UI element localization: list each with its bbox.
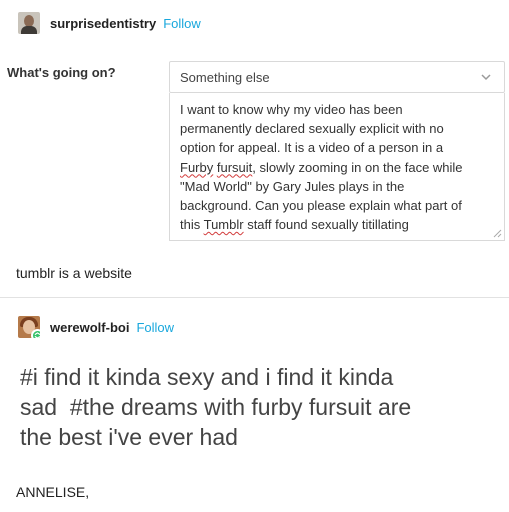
follow-button[interactable]: Follow bbox=[163, 16, 201, 31]
message-line: option for appeal. It is a video of a pe… bbox=[180, 140, 444, 156]
message-line: background. Can you please explain what … bbox=[180, 198, 462, 214]
comment-text: tumblr is a website bbox=[16, 265, 132, 281]
message-text: staff found sexually titillating bbox=[243, 217, 409, 233]
message-text: , slowly zooming in on the face while bbox=[252, 159, 463, 175]
chevron-down-icon bbox=[481, 74, 491, 81]
message-line: Furby fursuit, slowly zooming in on the … bbox=[180, 158, 494, 177]
username[interactable]: werewolf-boi bbox=[50, 320, 129, 335]
reblog-icon bbox=[31, 329, 40, 338]
resize-handle-icon[interactable] bbox=[493, 229, 502, 238]
username[interactable]: surprisedentistry bbox=[50, 16, 156, 31]
follow-button[interactable]: Follow bbox=[136, 320, 174, 335]
avatar[interactable] bbox=[18, 12, 40, 34]
form-label: What's going on? bbox=[7, 65, 116, 80]
message-line: I want to know why my video has been bbox=[180, 102, 403, 117]
message-text: this bbox=[180, 217, 204, 233]
select-value: Something else bbox=[180, 69, 270, 85]
misspelled-word: Furby bbox=[180, 159, 214, 175]
misspelled-word: fursuit bbox=[216, 159, 253, 175]
post-body-line: sad #the dreams with furby fursuit are bbox=[20, 394, 412, 420]
message-line: this Tumblr staff found sexually titilla… bbox=[180, 215, 494, 234]
avatar[interactable] bbox=[18, 316, 40, 338]
misspelled-word: Tumblr bbox=[203, 217, 244, 233]
post-header-2: werewolf-boi Follow bbox=[18, 316, 174, 338]
reason-select[interactable]: Something else bbox=[169, 61, 505, 93]
post-body: #i find it kinda sexy and i find it kind… bbox=[20, 362, 500, 452]
message-textarea[interactable]: I want to know why my video has been per… bbox=[169, 93, 505, 241]
signoff-text: ANNELISE, bbox=[16, 484, 90, 500]
divider bbox=[0, 297, 509, 298]
post-body-line: the best i've ever had bbox=[20, 424, 238, 450]
message-line: "Mad World" by Gary Jules plays in the bbox=[180, 178, 405, 194]
post-body-line: #i find it kinda sexy and i find it kind… bbox=[20, 364, 394, 390]
post-header-1: surprisedentistry Follow bbox=[18, 12, 201, 34]
message-line: permanently declared sexually explicit w… bbox=[180, 121, 444, 137]
